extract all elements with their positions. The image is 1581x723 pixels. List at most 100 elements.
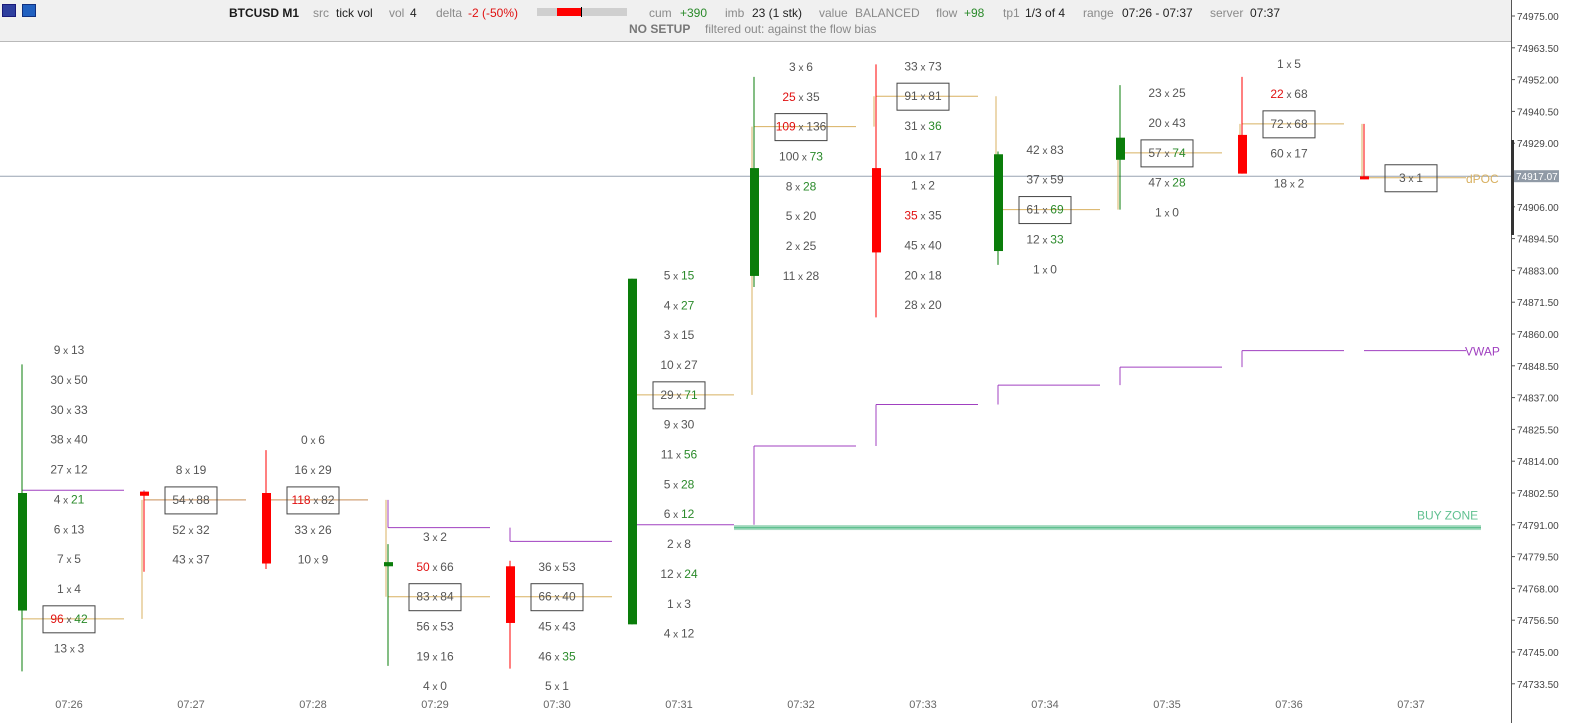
price-label: 74733.50 <box>1517 680 1559 691</box>
time-label: 07:28 <box>299 699 327 711</box>
candle-body <box>140 491 149 496</box>
time-label: 07:27 <box>177 699 205 711</box>
footprint-cell: 5 x 15 <box>664 268 695 282</box>
price-label: 74975.00 <box>1517 12 1559 23</box>
footprint-cell: 30 x 50 <box>50 373 88 387</box>
footprint-cell: 8 x 19 <box>176 463 207 477</box>
footprint-cell: 0 x 6 <box>301 433 325 447</box>
footprint-cell: 28 x 20 <box>904 298 942 312</box>
footprint-cell: 11 x 28 <box>783 269 820 283</box>
footprint-cell: 1 x 0 <box>1155 206 1179 220</box>
footprint-cell: 16 x 29 <box>294 463 332 477</box>
footprint-cell: 8 x 28 <box>786 179 817 193</box>
footprint-cell: 35 x 35 <box>904 209 942 223</box>
time-label: 07:33 <box>909 699 937 711</box>
footprint-cell: 47 x 28 <box>1148 176 1186 190</box>
candle-body <box>1360 176 1369 180</box>
price-label: 74894.50 <box>1517 235 1559 246</box>
footprint-cell: 57 x 74 <box>1148 146 1186 160</box>
chart-label-layer: VWAP BUY ZONE dPOC <box>1417 172 1500 523</box>
footprint-cell: 30 x 33 <box>50 403 88 417</box>
footprint-cell: 22 x 68 <box>1270 87 1308 101</box>
footprint-cell: 37 x 59 <box>1026 173 1064 187</box>
vwap-label: VWAP <box>1465 345 1500 359</box>
candle-body <box>628 278 637 625</box>
footprint-cell: 18 x 2 <box>1274 177 1305 191</box>
price-label: 74814.00 <box>1517 457 1559 468</box>
footprint-cell: 29 x 71 <box>660 388 698 402</box>
footprint-cell: 20 x 18 <box>904 268 942 282</box>
price-axis-scroll-handle[interactable] <box>1511 140 1514 235</box>
footprint-cell: 109 x 136 <box>776 120 827 134</box>
footprint-cell: 36 x 53 <box>538 560 576 574</box>
price-label: 74952.00 <box>1517 76 1559 87</box>
price-label: 74779.50 <box>1517 553 1559 564</box>
footprint-cell: 1 x 5 <box>1277 57 1301 71</box>
time-label: 07:34 <box>1031 699 1059 711</box>
price-label: 74791.00 <box>1517 521 1559 532</box>
footprint-cell: 19 x 16 <box>416 649 454 663</box>
price-label: 74768.00 <box>1517 584 1559 595</box>
footprint-cell: 46 x 35 <box>538 649 576 663</box>
price-label: 74837.00 <box>1517 394 1559 405</box>
footprint-cell: 52 x 32 <box>172 523 210 537</box>
price-label: 74756.50 <box>1517 616 1559 627</box>
footprint-cell: 1 x 3 <box>667 597 691 611</box>
price-label: 74825.50 <box>1517 425 1559 436</box>
price-label: 74871.50 <box>1517 298 1559 309</box>
time-label: 07:31 <box>665 699 693 711</box>
zone-layer <box>734 525 1481 531</box>
price-label: 74963.50 <box>1517 44 1559 55</box>
footprint-chart[interactable]: 9 x 13 30 x 50 30 x 33 38 x 40 27 x 12 4 x 21… <box>0 0 1581 723</box>
footprint-cell: 9 x 30 <box>664 418 695 432</box>
footprint-cell: 11 x 56 <box>661 448 698 462</box>
footprint-cell: 43 x 37 <box>172 553 210 567</box>
candle-body <box>994 154 1003 252</box>
footprint-cell: 5 x 20 <box>786 209 817 223</box>
time-label: 07:37 <box>1397 699 1425 711</box>
footprint-cell: 61 x 69 <box>1026 203 1064 217</box>
footprint-cell: 45 x 43 <box>538 620 576 634</box>
time-axis[interactable]: 07:26 07:27 07:28 07:29 07:30 07:31 07:32 07:33… <box>55 699 1425 711</box>
current-price-label: 74917.07 <box>1516 172 1558 183</box>
price-label: 74745.00 <box>1517 648 1559 659</box>
footprint-cell: 2 x 8 <box>667 537 691 551</box>
footprint-cell: 6 x 12 <box>664 507 695 521</box>
buy-zone-label: BUY ZONE <box>1417 509 1478 523</box>
footprint-cell: 4 x 12 <box>664 627 695 641</box>
footprint-cell: 5 x 28 <box>664 477 695 491</box>
footprint-cell: 6 x 13 <box>54 522 85 536</box>
footprint-cell: 5 x 1 <box>545 679 569 693</box>
footprint-cell: 50 x 66 <box>416 560 454 574</box>
time-label: 07:29 <box>421 699 449 711</box>
footprint-cell: 31 x 36 <box>904 119 942 133</box>
footprint-cell: 27 x 12 <box>50 463 88 477</box>
footprint-cell: 96 x 42 <box>50 612 88 626</box>
footprint-levels-layer: 9 x 13 30 x 50 30 x 33 38 x 40 27 x 12 4 x 21… <box>42 57 1438 693</box>
footprint-cell: 60 x 17 <box>1270 147 1308 161</box>
footprint-cell: 13 x 3 <box>54 642 85 656</box>
time-label: 07:35 <box>1153 699 1181 711</box>
vwap-layer <box>22 350 1466 542</box>
footprint-cell: 118 x 82 <box>291 493 334 507</box>
footprint-cell: 91 x 81 <box>904 89 942 103</box>
footprint-cell: 20 x 43 <box>1148 116 1186 130</box>
footprint-cell: 1 x 2 <box>911 179 935 193</box>
footprint-cell: 72 x 68 <box>1270 117 1308 131</box>
footprint-cell: 10 x 27 <box>660 358 698 372</box>
time-label: 07:32 <box>787 699 815 711</box>
footprint-cell: 4 x 27 <box>664 298 695 312</box>
candle-body <box>262 493 271 564</box>
footprint-cell: 25 x 35 <box>782 90 820 104</box>
price-axis[interactable]: 74975.00 74963.50 74952.00 74940.50 74929.00… <box>1511 12 1559 691</box>
price-label: 74848.50 <box>1517 362 1559 373</box>
footprint-cell: 23 x 25 <box>1148 86 1186 100</box>
footprint-cell: 3 x 2 <box>423 530 447 544</box>
footprint-cell: 54 x 88 <box>172 493 210 507</box>
footprint-cell: 66 x 40 <box>538 590 576 604</box>
footprint-cell: 4 x 21 <box>54 492 85 506</box>
footprint-cell: 100 x 73 <box>779 149 823 163</box>
footprint-cell: 56 x 53 <box>416 620 454 634</box>
price-axis-border <box>1511 0 1512 723</box>
price-label: 74929.00 <box>1517 139 1559 150</box>
